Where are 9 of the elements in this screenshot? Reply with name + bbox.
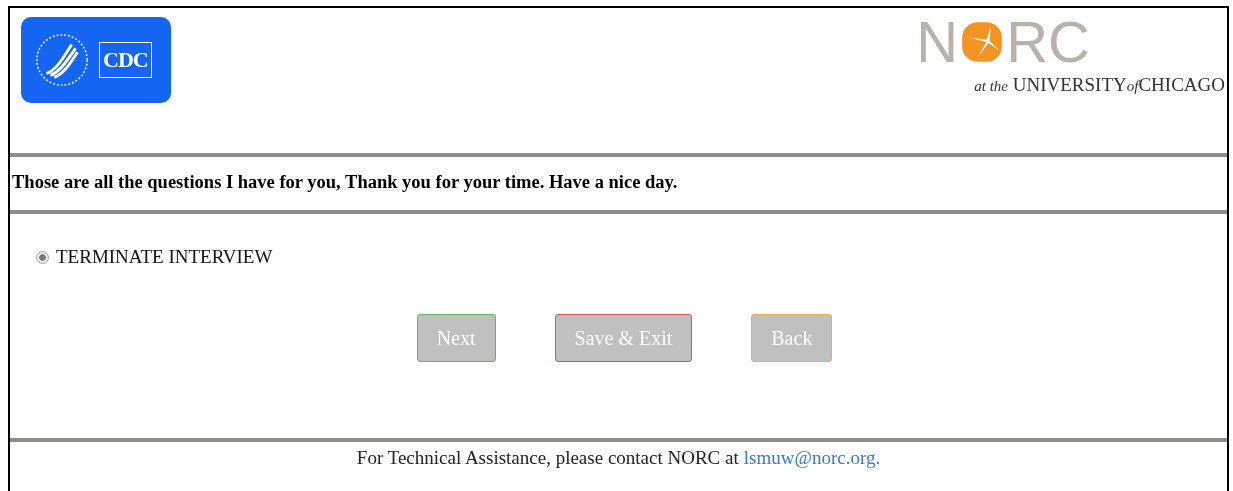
logo-tagline: at the UNIVERSITYofCHICAGO — [974, 74, 1225, 96]
norc-wordmark-start: N — [916, 14, 959, 70]
cdc-wordmark: CDC — [99, 42, 152, 78]
footer-text: For Technical Assistance, please contact NORC at — [356, 447, 739, 468]
eagle-emblem-icon — [33, 31, 91, 89]
email-link[interactable]: lsmuw@norc.org. — [743, 447, 881, 468]
question-text: Those are all the questions I have for you, Thank you for your time. Have a nice day. — [11, 171, 679, 194]
norc-wordmark-end: RC — [1006, 14, 1090, 70]
starburst-icon — [960, 20, 1005, 64]
